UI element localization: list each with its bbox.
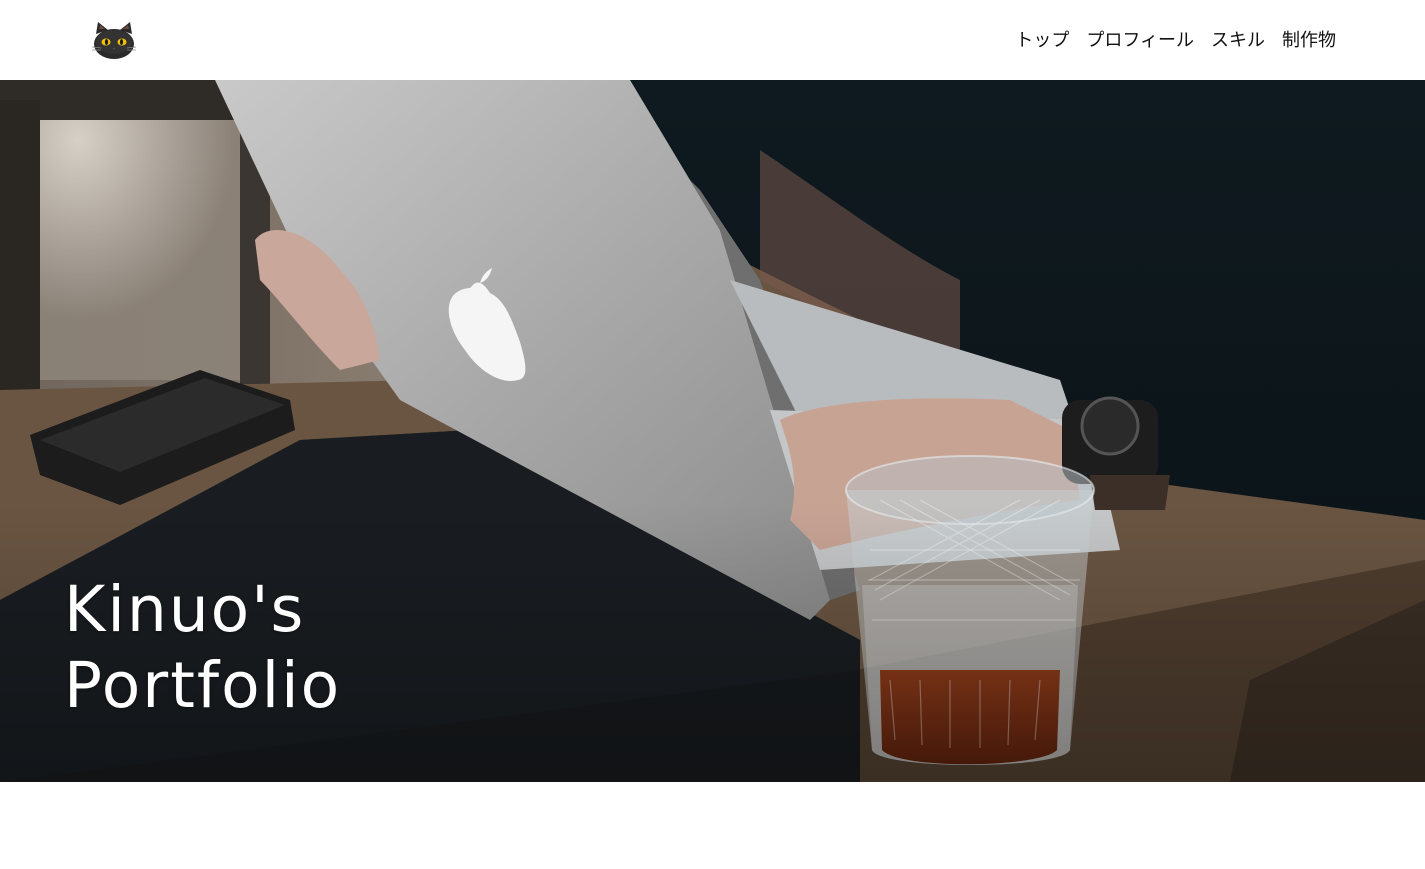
black-cat-icon[interactable] xyxy=(88,20,140,62)
content-area xyxy=(0,782,1425,869)
hero-title-line1: Kinuo's xyxy=(64,573,306,646)
hero-title-line2: Portfolio xyxy=(64,649,342,722)
main-nav: トップ プロフィール スキル 制作物 xyxy=(1015,30,1336,52)
nav-item-profile[interactable]: プロフィール xyxy=(1086,30,1194,52)
hero-title: Kinuo's Portfolio xyxy=(64,572,341,724)
nav-item-works[interactable]: 制作物 xyxy=(1282,30,1336,52)
site-header: トップ プロフィール スキル 制作物 xyxy=(0,0,1425,80)
nav-item-top[interactable]: トップ xyxy=(1015,30,1069,52)
nav-item-skills[interactable]: スキル xyxy=(1211,30,1265,52)
hero-section: Kinuo's Portfolio xyxy=(0,80,1425,782)
